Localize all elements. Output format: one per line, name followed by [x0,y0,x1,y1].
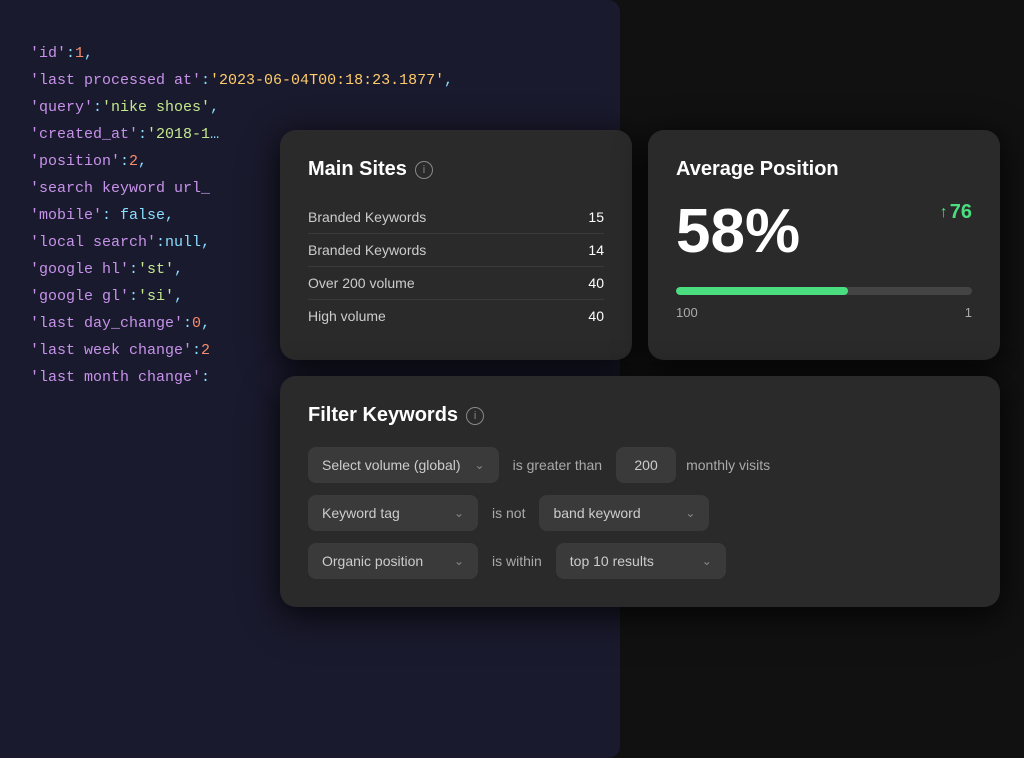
volume-unit: monthly visits [686,457,770,473]
row-label: Branded Keywords [308,209,426,225]
main-sites-header: Main Sites i [308,158,604,181]
table-row: High volume 40 [308,300,604,332]
main-sites-title: Main Sites [308,158,407,181]
code-line: 'query':'nike shoes', [30,94,590,121]
row-count: 14 [588,242,604,258]
progress-bar [676,287,972,295]
volume-select[interactable]: Select volume (global) ⌄ [308,447,499,483]
filter-rows: Select volume (global) ⌄ is greater than… [308,447,972,579]
organic-position-label: Organic position [322,553,423,569]
filter-keywords-info-icon[interactable]: i [466,407,484,425]
code-line: 'last processed at':'2023-06-04T00:18:23… [30,67,590,94]
organic-position-select[interactable]: Organic position ⌄ [308,543,478,579]
cards-overlay: Main Sites i Branded Keywords 15 Branded… [280,130,1000,607]
row-count: 40 [588,275,604,291]
chevron-down-icon: ⌄ [702,554,712,568]
organic-value-select[interactable]: top 10 results ⌄ [556,543,726,579]
table-row: Branded Keywords 14 [308,234,604,267]
trend-up-icon: ↑ [940,204,948,222]
keyword-tag-operator: is not [488,505,529,521]
chevron-down-icon: ⌄ [454,554,464,568]
chevron-down-icon: ⌄ [454,506,464,520]
chevron-down-icon: ⌄ [685,506,695,520]
avg-trend: ↑ 76 [940,201,972,224]
keyword-tag-select[interactable]: Keyword tag ⌄ [308,495,478,531]
progress-labels: 100 1 [676,305,972,320]
progress-fill [676,287,848,295]
volume-value-input[interactable]: 200 [616,447,676,483]
progress-label-left: 100 [676,305,698,320]
volume-operator: is greater than [509,457,607,473]
filter-row-organic: Organic position ⌄ is within top 10 resu… [308,543,972,579]
volume-select-label: Select volume (global) [322,457,461,473]
table-row: Branded Keywords 15 [308,201,604,234]
chevron-down-icon: ⌄ [475,458,485,472]
average-position-card: Average Position 58% ↑ 76 100 1 [648,130,1000,360]
row-label: High volume [308,308,386,324]
filter-keywords-header: Filter Keywords i [308,404,972,427]
main-sites-info-icon[interactable]: i [415,161,433,179]
filter-keywords-card: Filter Keywords i Select volume (global)… [280,376,1000,607]
keyword-tag-label: Keyword tag [322,505,400,521]
progress-label-right: 1 [965,305,972,320]
organic-value-label: top 10 results [570,553,654,569]
organic-operator: is within [488,553,546,569]
row-count: 15 [588,209,604,225]
filter-row-keyword-tag: Keyword tag ⌄ is not band keyword ⌄ [308,495,972,531]
avg-position-title: Average Position [676,158,839,181]
row-label: Over 200 volume [308,275,415,291]
filter-row-volume: Select volume (global) ⌄ is greater than… [308,447,972,483]
main-sites-card: Main Sites i Branded Keywords 15 Branded… [280,130,632,360]
row-label: Branded Keywords [308,242,426,258]
row-count: 40 [588,308,604,324]
top-row: Main Sites i Branded Keywords 15 Branded… [280,130,1000,360]
filter-keywords-title: Filter Keywords [308,404,458,427]
trend-value: 76 [950,201,972,224]
sites-table: Branded Keywords 15 Branded Keywords 14 … [308,201,604,332]
avg-number-row: 58% ↑ 76 [676,201,972,271]
table-row: Over 200 volume 40 [308,267,604,300]
avg-position-header: Average Position [676,158,972,181]
keyword-tag-value-select[interactable]: band keyword ⌄ [539,495,709,531]
keyword-tag-value-label: band keyword [553,505,640,521]
code-line: 'id':1, [30,40,590,67]
avg-percentage: 58% [676,201,800,263]
